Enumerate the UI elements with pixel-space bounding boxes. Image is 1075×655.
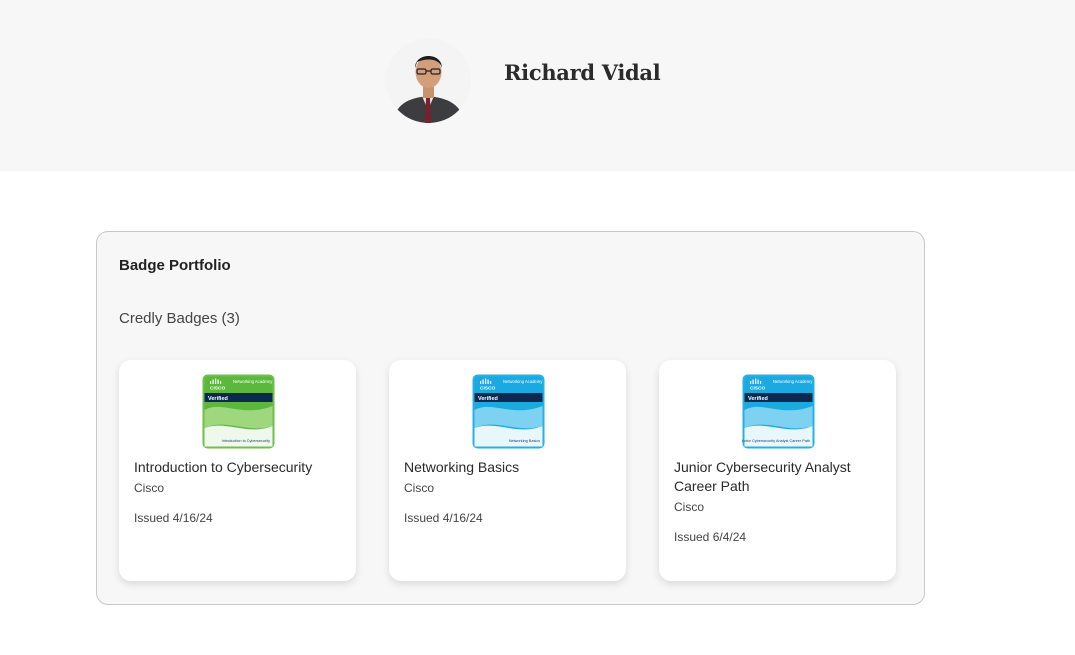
badge-card[interactable]: CISCO Networking Academy Verified Introd…: [119, 360, 356, 581]
svg-text:Networking Academy: Networking Academy: [233, 379, 273, 384]
badge-issued-date: Issued 4/16/24: [404, 511, 483, 525]
svg-text:Networking Academy: Networking Academy: [503, 379, 543, 384]
profile-name: Richard Vidal: [504, 60, 661, 85]
avatar-photo: [386, 38, 471, 123]
badge-image: CISCO Networking Academy Verified Junior…: [741, 374, 815, 449]
svg-text:Networking Academy: Networking Academy: [773, 379, 813, 384]
badge-image[interactable]: CISCO Networking Academy Verified Junior…: [741, 374, 815, 449]
svg-text:Verified: Verified: [208, 396, 228, 402]
svg-text:CISCO: CISCO: [480, 386, 495, 392]
badge-name[interactable]: Networking Basics: [404, 458, 614, 477]
badge-image[interactable]: CISCO Networking Academy Verified Introd…: [202, 374, 275, 449]
avatar[interactable]: [386, 38, 471, 123]
badge-name[interactable]: Junior Cybersecurity Analyst Career Path: [674, 458, 884, 496]
badge-issuer: Cisco: [134, 481, 165, 495]
badge-issued-date: Issued 4/16/24: [134, 511, 213, 525]
svg-text:Networking Basics: Networking Basics: [509, 439, 540, 443]
badge-card[interactable]: CISCO Networking Academy Verified Junior…: [659, 360, 896, 581]
credly-badges-label: Credly Badges (3): [119, 310, 240, 327]
badge-issuer: Cisco: [404, 481, 435, 495]
badge-portfolio-panel: Badge Portfolio Credly Badges (3) CISCO …: [96, 231, 925, 605]
badge-image: CISCO Networking Academy Verified Networ…: [472, 374, 545, 449]
svg-text:Junior Cybersecurity Analyst C: Junior Cybersecurity Analyst Career Path: [742, 439, 810, 443]
svg-text:CISCO: CISCO: [210, 386, 225, 392]
svg-text:Introduction to Cybersecurity: Introduction to Cybersecurity: [222, 439, 270, 443]
badge-card[interactable]: CISCO Networking Academy Verified Networ…: [389, 360, 626, 581]
badge-name[interactable]: Introduction to Cybersecurity: [134, 458, 344, 477]
panel-title: Badge Portfolio: [119, 257, 231, 274]
badge-image[interactable]: CISCO Networking Academy Verified Networ…: [472, 374, 545, 449]
badge-issuer: Cisco: [674, 500, 705, 514]
badge-image: CISCO Networking Academy Verified Introd…: [202, 374, 275, 449]
badge-issued-date: Issued 6/4/24: [674, 530, 747, 544]
svg-text:Verified: Verified: [478, 396, 498, 402]
profile-header: Richard Vidal: [0, 0, 1075, 171]
svg-text:Verified: Verified: [748, 396, 768, 402]
svg-text:CISCO: CISCO: [750, 386, 765, 392]
